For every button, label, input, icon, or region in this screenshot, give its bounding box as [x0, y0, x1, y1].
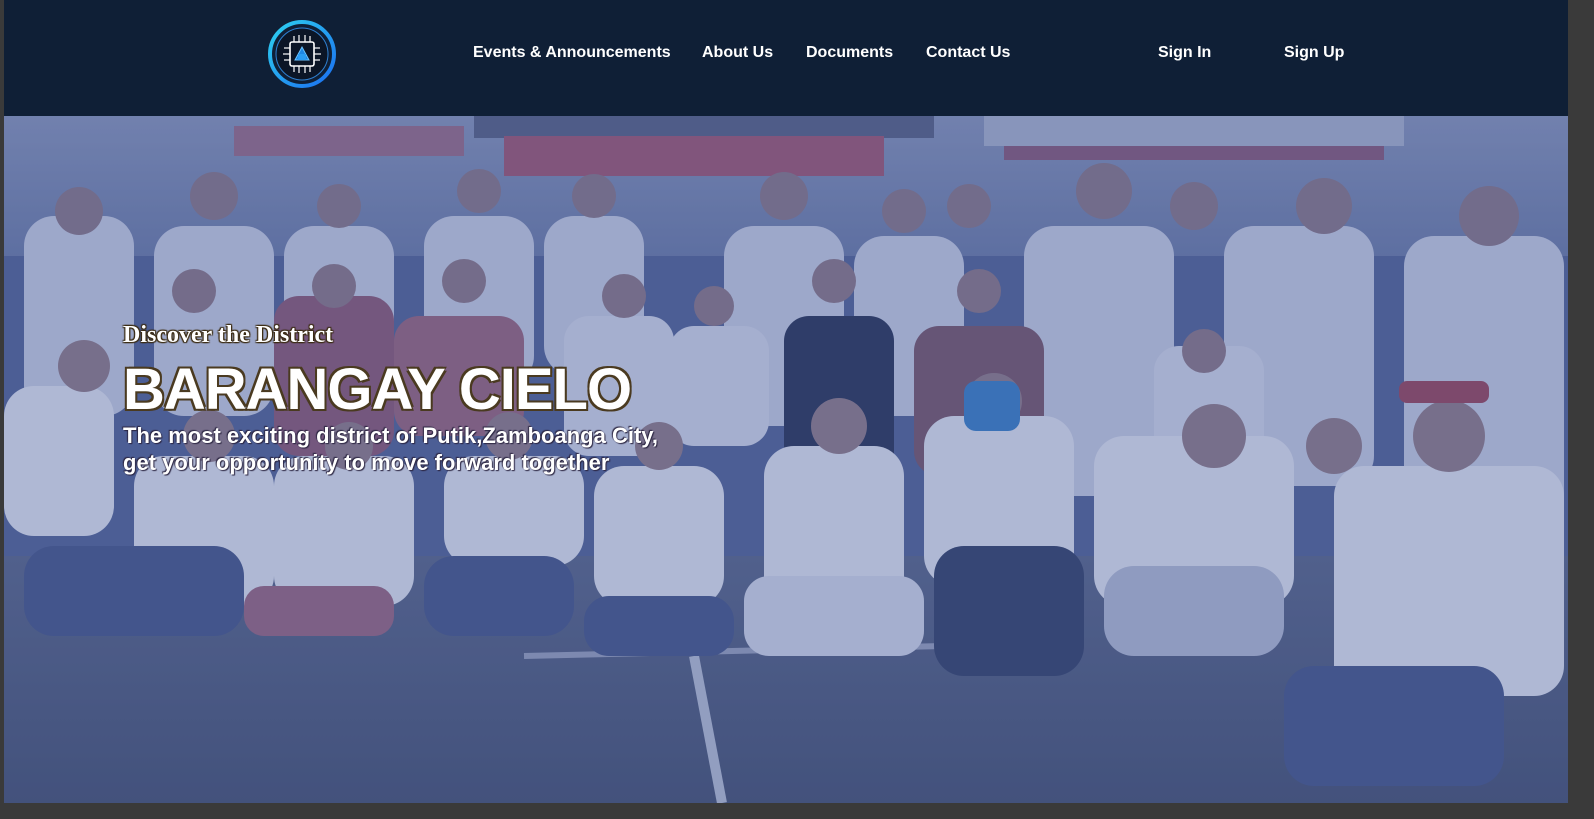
hero-title: BARANGAY CIELO [123, 357, 632, 422]
hero-eyebrow: Discover the District [123, 322, 334, 348]
nav-about-us[interactable]: About Us [702, 44, 773, 62]
sign-up-link[interactable]: Sign Up [1284, 44, 1344, 62]
hero-section: Discover the District BARANGAY CIELO The… [4, 116, 1568, 803]
hero-tagline: The most exciting district of Putik,Zamb… [123, 422, 658, 476]
hero-tagline-line1: The most exciting district of Putik,Zamb… [123, 423, 658, 448]
site-logo[interactable] [268, 20, 336, 88]
navbar: Events & Announcements About Us Document… [4, 0, 1568, 116]
nav-events-announcements[interactable]: Events & Announcements [473, 44, 671, 62]
sign-in-link[interactable]: Sign In [1158, 44, 1211, 62]
nav-documents[interactable]: Documents [806, 44, 893, 62]
hero-tagline-line2: get your opportunity to move forward tog… [123, 450, 610, 475]
nav-contact-us[interactable]: Contact Us [926, 44, 1010, 62]
circuit-chip-logo-icon [268, 20, 336, 88]
page: Events & Announcements About Us Document… [4, 0, 1568, 803]
